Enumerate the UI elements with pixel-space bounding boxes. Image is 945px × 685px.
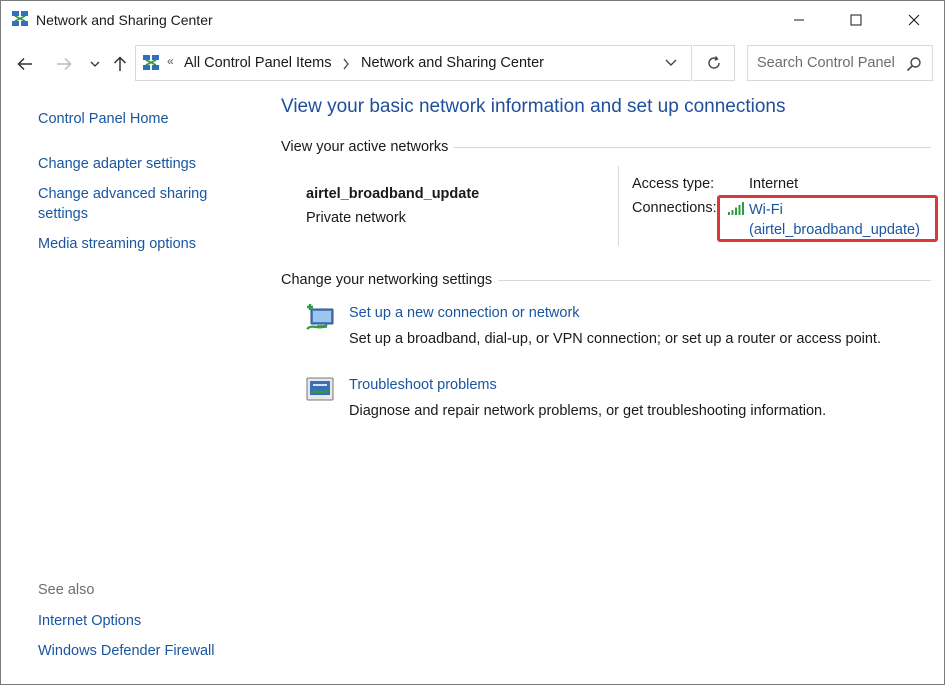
refresh-icon: [707, 56, 720, 69]
maximize-button[interactable]: [827, 1, 885, 39]
network-name: airtel_broadband_update: [306, 186, 480, 202]
troubleshoot-icon: [306, 377, 334, 401]
access-type-value: Internet: [749, 176, 799, 192]
recent-locations-button[interactable]: [84, 53, 106, 75]
back-button[interactable]: [14, 53, 36, 75]
active-networks-heading: View your active networks: [281, 139, 931, 155]
vertical-divider: [618, 166, 619, 246]
sidebar-item-windows-defender-firewall[interactable]: Windows Defender Firewall: [38, 641, 214, 661]
address-bar[interactable]: « All Control Panel Items Network and Sh…: [135, 45, 692, 81]
search-icon[interactable]: [906, 56, 922, 72]
back-arrow-icon: [17, 57, 32, 71]
title-bar: Network and Sharing Center: [1, 1, 944, 39]
wifi-connection-ssid[interactable]: (airtel_broadband_update): [749, 222, 920, 238]
close-icon: [908, 14, 920, 26]
window: Network and Sharing Center « All Control…: [0, 0, 945, 685]
search-placeholder[interactable]: Search Control Panel: [757, 55, 895, 71]
minimize-icon: [794, 19, 804, 21]
sidebar-item-control-panel-home[interactable]: Control Panel Home: [38, 109, 169, 129]
networking-settings-label: Change your networking settings: [281, 272, 493, 288]
navigation-bar: « All Control Panel Items Network and Sh…: [1, 39, 944, 89]
forward-button[interactable]: [53, 53, 75, 75]
page-title: View your basic network information and …: [281, 96, 786, 117]
active-networks-label: View your active networks: [281, 139, 449, 155]
troubleshoot-problems-description: Diagnose and repair network problems, or…: [349, 403, 827, 419]
connections-label: Connections:: [632, 200, 717, 216]
section-divider: [498, 279, 931, 281]
networking-settings-heading: Change your networking settings: [281, 272, 931, 288]
minimize-button[interactable]: [770, 1, 828, 39]
network-category: Private network: [306, 210, 406, 226]
chevron-right-icon[interactable]: [342, 57, 350, 71]
up-button[interactable]: [109, 53, 131, 75]
see-also-heading: See also: [38, 582, 95, 598]
wifi-connection-name[interactable]: Wi-Fi: [749, 202, 783, 218]
refresh-button[interactable]: [693, 45, 735, 81]
section-divider: [454, 146, 931, 148]
breadcrumb-overflow[interactable]: «: [167, 54, 174, 68]
forward-arrow-icon: [57, 57, 72, 71]
wifi-signal-icon: [728, 202, 744, 215]
control-panel-icon: [143, 55, 159, 70]
search-box[interactable]: Search Control Panel: [747, 45, 933, 81]
maximize-icon: [850, 14, 862, 26]
sidebar-item-change-advanced-sharing-settings[interactable]: Change advanced sharing settings: [38, 184, 238, 224]
sidebar-item-media-streaming-options[interactable]: Media streaming options: [38, 234, 196, 254]
chevron-down-icon: [90, 61, 100, 67]
setup-new-connection-link[interactable]: Set up a new connection or network: [349, 305, 580, 321]
address-dropdown-icon[interactable]: [663, 56, 679, 70]
breadcrumb-all-control-panel-items[interactable]: All Control Panel Items: [184, 55, 331, 71]
access-type-label: Access type:: [632, 176, 715, 192]
network-center-icon: [12, 11, 28, 26]
setup-new-connection-description: Set up a broadband, dial-up, or VPN conn…: [349, 331, 881, 347]
window-title: Network and Sharing Center: [36, 12, 213, 28]
up-arrow-icon: [113, 56, 127, 71]
breadcrumb-network-and-sharing-center[interactable]: Network and Sharing Center: [361, 55, 544, 71]
sidebar-item-change-adapter-settings[interactable]: Change adapter settings: [38, 154, 196, 174]
new-connection-icon: [306, 304, 334, 330]
sidebar-item-internet-options[interactable]: Internet Options: [38, 611, 141, 631]
troubleshoot-problems-link[interactable]: Troubleshoot problems: [349, 377, 497, 393]
close-button[interactable]: [885, 1, 943, 39]
wifi-connection-link[interactable]: Wi-Fi (airtel_broadband_update): [749, 200, 920, 240]
